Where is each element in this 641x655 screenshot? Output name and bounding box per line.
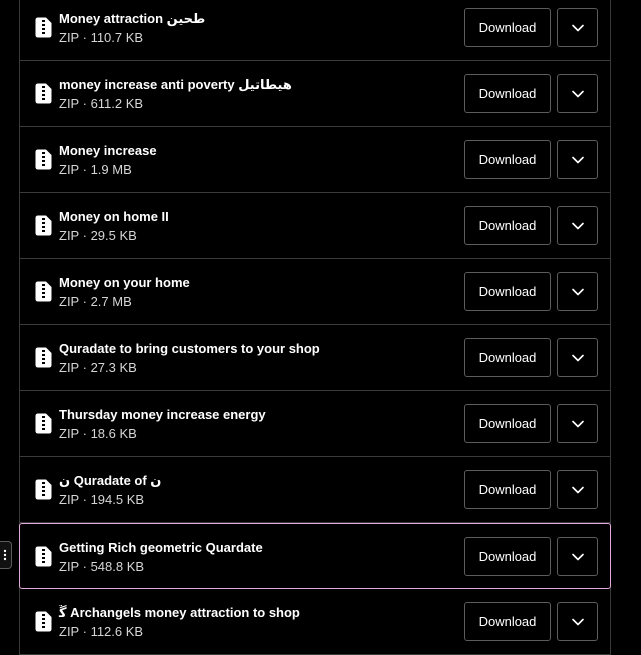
file-row-8[interactable]: ن Quradate of ن ZIP · 194.5 KB Download [20, 457, 610, 523]
download-button[interactable]: Download [464, 404, 551, 443]
zip-file-icon [35, 17, 52, 38]
file-meta: ZIP · 548.8 KB [59, 559, 145, 574]
file-type: ZIP [59, 162, 79, 177]
file-size: 1.9 MB [90, 162, 132, 177]
options-menu-button[interactable] [557, 470, 598, 509]
file-size: 194.5 KB [90, 492, 145, 507]
file-meta: ZIP · 29.5 KB [59, 228, 137, 243]
download-button[interactable]: Download [464, 8, 551, 47]
chevron-down-icon [571, 354, 584, 361]
chevron-down-icon [571, 486, 584, 493]
file-row-7[interactable]: Thursday money increase energy ZIP · 18.… [20, 391, 610, 457]
file-type: ZIP [59, 426, 79, 441]
file-name: Quradate to bring customers to your shop [59, 341, 320, 356]
chevron-down-icon [571, 618, 584, 625]
file-row-4[interactable]: Money on home II ZIP · 29.5 KB Download [20, 193, 610, 259]
zip-file-icon [35, 83, 52, 104]
file-type: ZIP [59, 30, 79, 45]
file-size: 548.8 KB [90, 559, 145, 574]
file-size: 29.5 KB [90, 228, 137, 243]
file-name: Money attraction طحين [59, 11, 206, 26]
file-type: ZIP [59, 96, 79, 111]
file-type: ZIP [59, 294, 79, 309]
options-menu-button[interactable] [557, 140, 598, 179]
options-menu-button[interactable] [557, 537, 598, 576]
drag-handle-icon [3, 549, 6, 561]
file-type: ZIP [59, 492, 79, 507]
file-meta: ZIP · 112.6 KB [59, 624, 144, 639]
zip-file-icon [35, 281, 52, 302]
file-name: Money on your home [59, 275, 190, 290]
file-meta: ZIP · 27.3 KB [59, 360, 137, 375]
chevron-down-icon [571, 222, 584, 229]
file-size: 611.2 KB [90, 96, 144, 111]
file-list: Money attraction طحين ZIP · 110.7 KB Dow… [19, 0, 611, 655]
download-button[interactable]: Download [464, 602, 551, 641]
chevron-down-icon [571, 24, 584, 31]
file-meta: ZIP · 611.2 KB [59, 96, 144, 111]
file-meta: ZIP · 18.6 KB [59, 426, 137, 441]
file-type: ZIP [59, 360, 79, 375]
chevron-down-icon [571, 90, 584, 97]
drag-handle[interactable] [0, 541, 12, 569]
zip-file-icon [35, 413, 52, 434]
options-menu-button[interactable] [557, 272, 598, 311]
file-type: ZIP [59, 559, 79, 574]
file-name: ﮜ Archangels money attraction to shop [59, 605, 300, 620]
file-size: 112.6 KB [90, 624, 144, 639]
chevron-down-icon [571, 156, 584, 163]
download-button[interactable]: Download [464, 272, 551, 311]
chevron-down-icon [571, 553, 584, 560]
file-meta: ZIP · 110.7 KB [59, 30, 144, 45]
chevron-down-icon [571, 420, 584, 427]
file-row-5[interactable]: Money on your home ZIP · 2.7 MB Download [20, 259, 610, 325]
download-button[interactable]: Download [464, 74, 551, 113]
download-button[interactable]: Download [464, 470, 551, 509]
file-size: 27.3 KB [90, 360, 137, 375]
download-button[interactable]: Download [464, 537, 551, 576]
file-name: ن Quradate of ن [59, 473, 162, 488]
file-size: 2.7 MB [90, 294, 132, 309]
file-name: Thursday money increase energy [59, 407, 266, 422]
file-name: Money increase [59, 143, 157, 158]
chevron-down-icon [571, 288, 584, 295]
file-name: Getting Rich geometric Quardate [59, 540, 263, 555]
zip-file-icon [35, 479, 52, 500]
zip-file-icon [35, 611, 52, 632]
download-button[interactable]: Download [464, 338, 551, 377]
file-row-6[interactable]: Quradate to bring customers to your shop… [20, 325, 610, 391]
download-button[interactable]: Download [464, 140, 551, 179]
options-menu-button[interactable] [557, 206, 598, 245]
file-meta: ZIP · 194.5 KB [59, 492, 145, 507]
zip-file-icon [35, 546, 52, 567]
file-row-2[interactable]: money increase anti poverty هيطاتيل ZIP … [20, 61, 610, 127]
file-type: ZIP [59, 624, 79, 639]
file-size: 18.6 KB [90, 426, 137, 441]
download-button[interactable]: Download [464, 206, 551, 245]
file-row-10[interactable]: ﮜ Archangels money attraction to shop ZI… [20, 589, 610, 655]
file-row-1[interactable]: Money attraction طحين ZIP · 110.7 KB Dow… [20, 0, 610, 61]
file-name: money increase anti poverty هيطاتيل [59, 77, 292, 92]
zip-file-icon [35, 347, 52, 368]
zip-file-icon [35, 149, 52, 170]
options-menu-button[interactable] [557, 74, 598, 113]
options-menu-button[interactable] [557, 404, 598, 443]
file-size: 110.7 KB [90, 30, 144, 45]
file-meta: ZIP · 1.9 MB [59, 162, 132, 177]
options-menu-button[interactable] [557, 602, 598, 641]
zip-file-icon [35, 215, 52, 236]
file-row-9[interactable]: Getting Rich geometric Quardate ZIP · 54… [19, 523, 611, 589]
file-type: ZIP [59, 228, 79, 243]
options-menu-button[interactable] [557, 8, 598, 47]
options-menu-button[interactable] [557, 338, 598, 377]
file-row-3[interactable]: Money increase ZIP · 1.9 MB Download [20, 127, 610, 193]
file-meta: ZIP · 2.7 MB [59, 294, 132, 309]
file-name: Money on home II [59, 209, 169, 224]
